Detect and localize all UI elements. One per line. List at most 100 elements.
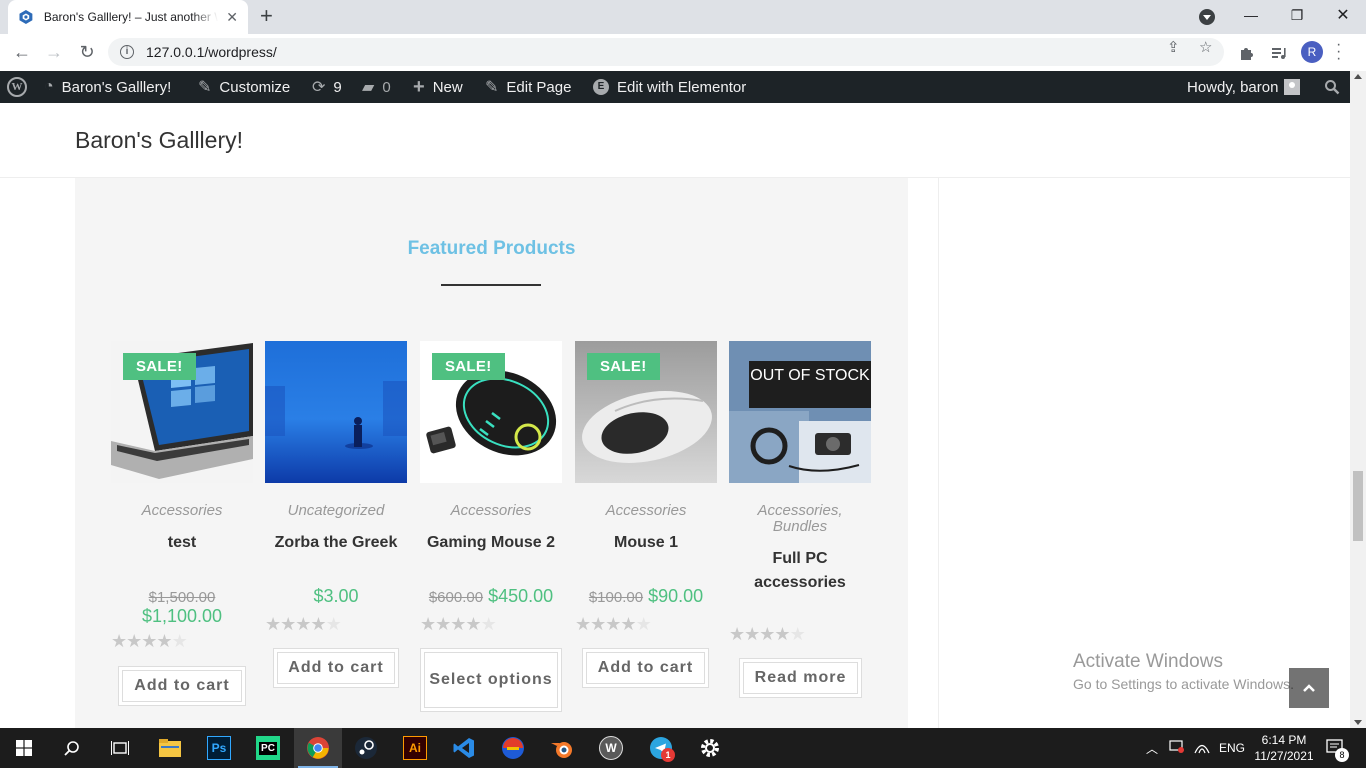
back-to-top-button[interactable] — [1289, 668, 1329, 708]
product-price: $1,500.00 $1,100.00 — [111, 587, 253, 625]
admin-updates[interactable]: ⟳ 9 — [312, 71, 342, 103]
site-title[interactable]: Baron's Galllery! — [75, 127, 243, 154]
tab-search-icon[interactable] — [1199, 9, 1215, 25]
steam-icon[interactable] — [354, 736, 378, 760]
product-category[interactable]: Accessories — [111, 503, 253, 519]
add-to-cart-button[interactable]: Add to cart — [273, 648, 399, 688]
extensions-puzzle-icon[interactable] — [1239, 45, 1255, 61]
windows-start-icon[interactable] — [16, 740, 32, 756]
share-icon[interactable]: ⇪ — [1167, 38, 1180, 56]
settings-gear-icon[interactable] — [698, 736, 722, 760]
search-icon[interactable] — [64, 740, 80, 756]
sale-badge: SALE! — [123, 353, 196, 380]
add-to-cart-button[interactable]: Add to cart — [118, 666, 246, 706]
product-image-zorba[interactable] — [265, 341, 407, 483]
admin-edit-elementor[interactable]: E Edit with Elementor — [593, 71, 746, 103]
close-window-button[interactable]: ✕ — [1320, 0, 1366, 30]
pycharm-icon[interactable]: PC — [256, 736, 280, 760]
media-queue-icon[interactable] — [1271, 45, 1287, 61]
back-arrow-icon[interactable]: ← — [10, 40, 34, 64]
product-name[interactable]: Full PC accessories — [729, 547, 871, 595]
admin-edit-page[interactable]: ✎ Edit Page — [485, 71, 571, 103]
star-icon: ★ — [620, 614, 636, 634]
admin-customize-label: Customize — [219, 78, 291, 96]
forward-arrow-icon[interactable]: → — [42, 40, 66, 64]
tab-close-icon[interactable]: ✕ — [226, 9, 238, 26]
activate-windows-watermark: Activate Windows Go to Settings to activ… — [1073, 651, 1309, 692]
product-category[interactable]: Accessories — [575, 503, 717, 519]
bookmark-star-icon[interactable]: ☆ — [1199, 38, 1212, 56]
product-category[interactable]: Accessories — [420, 503, 562, 519]
profile-avatar[interactable]: R — [1301, 41, 1323, 63]
browser-tab-strip: Baron's Galllery! – Just another WordPre… — [0, 0, 1366, 34]
dashboard-gauge-icon: ◔ — [44, 78, 54, 95]
star-icon: ★ — [141, 631, 157, 651]
product-name[interactable]: Zorba the Greek — [265, 531, 407, 555]
product-name[interactable]: Mouse 1 — [575, 531, 717, 555]
browser-tab[interactable]: Baron's Galllery! – Just another WordPre… — [8, 0, 248, 34]
tray-overflow-chevron-icon[interactable]: ︿ — [1146, 728, 1158, 768]
select-options-button[interactable]: Select options — [420, 648, 562, 712]
product-image-gaming-mouse[interactable]: SALE! — [420, 341, 562, 483]
watermark-subtitle: Go to Settings to activate Windows. — [1073, 676, 1294, 692]
illustrator-icon[interactable]: Ai — [403, 736, 427, 760]
site-header: Baron's Galllery! — [0, 103, 1350, 178]
product-category[interactable]: Uncategorized — [265, 503, 407, 519]
product-category[interactable]: Accessories, Bundles — [729, 503, 871, 535]
product-card: SALE! Accessories Gaming Mouse 2 $600.00… — [420, 341, 562, 712]
product-name[interactable]: test — [111, 531, 253, 555]
windows-taskbar: Ps PC Ai W 1 ︿ ENG 6:14 PM 11/27/2021 8 — [0, 728, 1366, 768]
add-to-cart-button[interactable]: Add to cart — [582, 648, 709, 688]
rating-stars-icon: ★★★★★ — [420, 614, 497, 635]
wamp-icon[interactable]: W — [599, 736, 623, 760]
browser-toolbar: ← → ↻ i 127.0.0.1/wordpress/ ⇪ ☆ R · · · — [0, 34, 1366, 71]
admin-customize[interactable]: ✎ Customize — [198, 71, 290, 103]
product-image-pc-accessories[interactable]: OUT OF STOCK — [729, 341, 871, 483]
input-language[interactable]: ENG — [1219, 728, 1245, 768]
site-info-icon[interactable]: i — [120, 45, 134, 59]
updates-icon: ⟳ — [312, 79, 326, 96]
maximize-button[interactable]: ❐ — [1274, 0, 1320, 30]
read-more-button[interactable]: Read more — [739, 658, 862, 698]
scrollbar-thumb[interactable] — [1353, 471, 1363, 541]
vscode-icon[interactable] — [452, 736, 476, 760]
admin-new[interactable]: + New — [413, 71, 463, 103]
star-icon: ★ — [465, 614, 481, 634]
clock-time: 6:14 PM — [1261, 733, 1307, 747]
scroll-up-arrow-icon[interactable] — [1354, 74, 1362, 79]
taskbar-clock[interactable]: 6:14 PM 11/27/2021 — [1252, 732, 1316, 764]
star-icon: ★ — [295, 614, 311, 634]
product-name[interactable]: Gaming Mouse 2 — [420, 531, 562, 555]
tab-title: Baron's Galllery! – Just another WordPre… — [43, 10, 218, 24]
wp-logo-menu[interactable]: W — [7, 71, 27, 103]
admin-site-name[interactable]: ◔ Baron's Galllery! — [44, 71, 171, 103]
tray-device-icon[interactable] — [1169, 740, 1185, 754]
photoshop-icon[interactable]: Ps — [207, 736, 231, 760]
task-view-icon[interactable] — [111, 740, 129, 756]
blender-icon[interactable] — [550, 736, 574, 760]
star-icon: ★ — [774, 624, 790, 644]
telegram-icon[interactable]: 1 — [649, 736, 675, 762]
admin-comments[interactable]: ▰ 0 — [362, 71, 391, 103]
section-divider — [441, 284, 541, 286]
minimize-button[interactable]: — — [1228, 0, 1274, 30]
file-explorer-icon[interactable] — [158, 736, 182, 760]
sale-badge: SALE! — [432, 353, 505, 380]
admin-my-account[interactable]: Howdy, baron — [1187, 71, 1301, 103]
admin-site-name-label: Baron's Galllery! — [61, 78, 172, 96]
chevron-up-icon — [1303, 684, 1315, 692]
scroll-down-arrow-icon[interactable] — [1354, 720, 1362, 725]
product-image-laptop[interactable]: SALE! — [111, 341, 253, 483]
product-image-mouse[interactable]: SALE! — [575, 341, 717, 483]
admin-search[interactable] — [1324, 71, 1340, 103]
site-favicon-icon — [19, 10, 33, 24]
wifi-icon[interactable] — [1194, 740, 1210, 754]
new-tab-button[interactable]: + — [260, 5, 273, 27]
page-scrollbar[interactable] — [1350, 71, 1366, 728]
reload-icon[interactable]: ↻ — [75, 40, 99, 64]
address-bar[interactable]: i 127.0.0.1/wordpress/ — [108, 38, 1224, 66]
product-old-price: $1,500.00 — [148, 589, 216, 606]
app-red-blue-icon[interactable] — [501, 736, 525, 760]
chrome-icon[interactable] — [306, 736, 330, 760]
browser-menu-icon[interactable]: · · · — [1336, 37, 1341, 67]
